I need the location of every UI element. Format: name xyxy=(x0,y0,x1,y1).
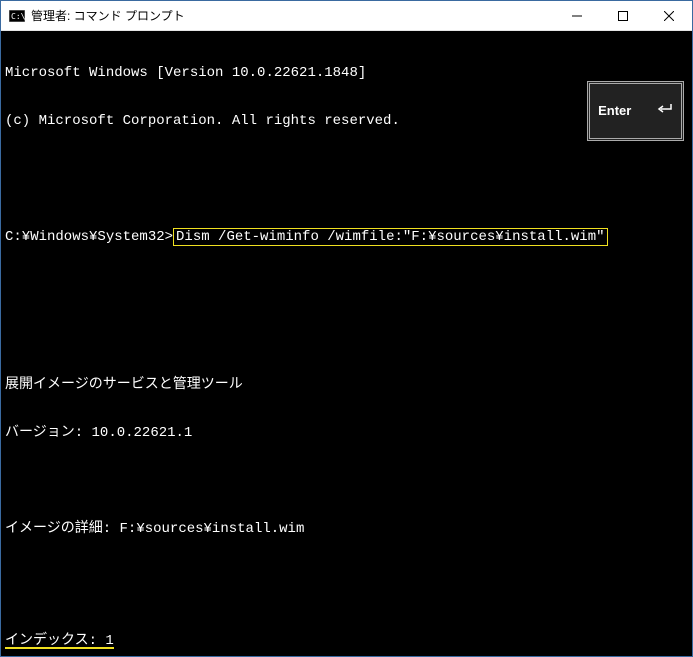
copyright-line: (c) Microsoft Corporation. All rights re… xyxy=(5,113,688,129)
version-line: Microsoft Windows [Version 10.0.22621.18… xyxy=(5,65,688,81)
prompt-path: C:¥Windows¥System32> xyxy=(5,229,173,245)
dism-version: バージョン: 10.0.22621.1 xyxy=(5,425,688,441)
maximize-button[interactable] xyxy=(600,1,646,31)
command-prompt-row: C:¥Windows¥System32>Dism /Get-wiminfo /w… xyxy=(5,227,688,247)
enter-label: Enter xyxy=(598,103,631,119)
blank xyxy=(5,473,688,489)
window-title: 管理者: コマンド プロンプト xyxy=(31,7,185,24)
enter-button[interactable]: Enter xyxy=(587,81,684,141)
blank xyxy=(5,569,688,585)
index-line: インデックス: 1 xyxy=(5,633,688,649)
terminal-area[interactable]: Microsoft Windows [Version 10.0.22621.18… xyxy=(1,31,692,656)
blank xyxy=(5,161,688,177)
cmd-icon: C:\ xyxy=(9,8,25,24)
window-titlebar: C:\ 管理者: コマンド プロンプト xyxy=(1,1,692,31)
blank xyxy=(5,329,688,345)
image-detail-header: イメージの詳細: F:¥sources¥install.wim xyxy=(5,521,688,537)
command-highlight: Dism /Get-wiminfo /wimfile:"F:¥sources¥i… xyxy=(173,228,607,246)
enter-arrow-icon xyxy=(635,87,673,135)
minimize-button[interactable] xyxy=(554,1,600,31)
svg-text:C:\: C:\ xyxy=(11,12,25,21)
close-button[interactable] xyxy=(646,1,692,31)
dism-title: 展開イメージのサービスと管理ツール xyxy=(5,377,688,393)
